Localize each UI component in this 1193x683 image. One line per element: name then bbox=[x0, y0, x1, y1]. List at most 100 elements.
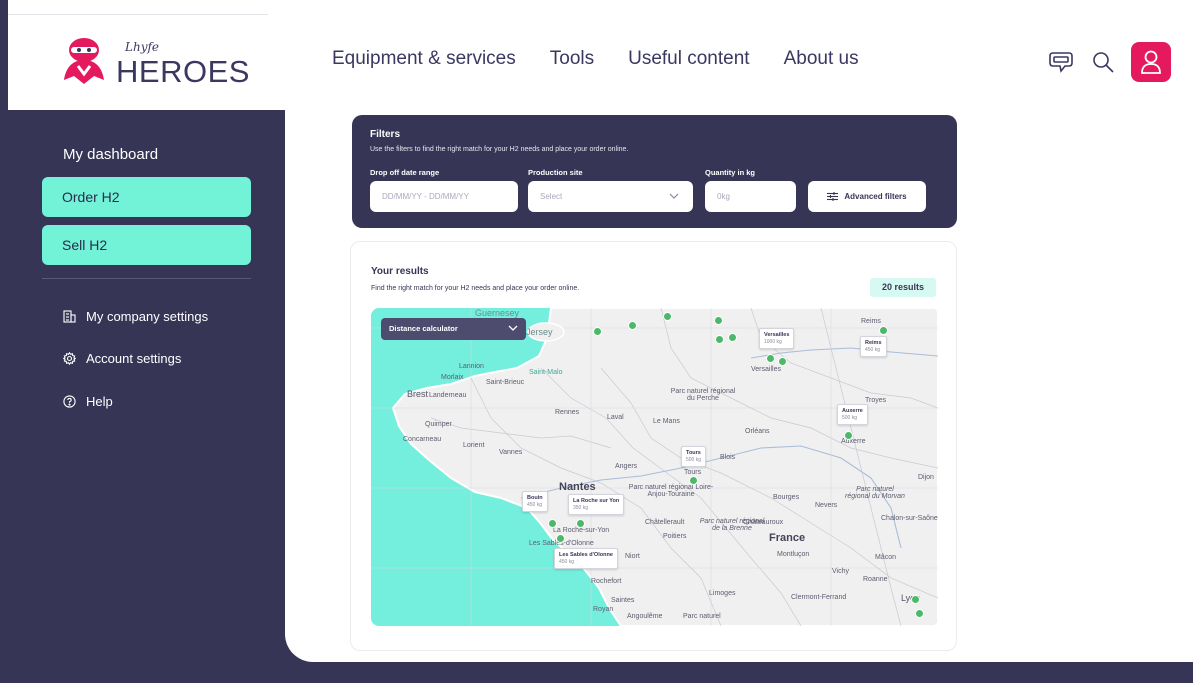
map-town-label: Vannes bbox=[499, 449, 523, 456]
sidebar-item-help[interactable]: Help bbox=[63, 394, 113, 409]
results-subtitle: Find the right match for your H2 needs a… bbox=[371, 285, 580, 292]
logo-wordmark: HEROES bbox=[116, 54, 250, 89]
map-town-label: La Roche-sur-Yon bbox=[553, 527, 610, 534]
map-town-label: Rennes bbox=[555, 409, 580, 416]
footer-strip bbox=[8, 662, 1193, 683]
order-h2-button[interactable]: Order H2 bbox=[42, 177, 251, 217]
map-island-label: Guernesey bbox=[475, 308, 520, 318]
site-name: Reims bbox=[865, 340, 882, 346]
advanced-filters-button[interactable]: Advanced filters bbox=[808, 181, 926, 212]
site-card-la-roche-sur-yon[interactable]: La Roche sur Yon 350 kg bbox=[568, 494, 625, 515]
map-region-label: Parc naturel régional du Perche bbox=[670, 388, 736, 402]
map-town-label: Châtellerault bbox=[645, 519, 685, 526]
sidebar-title: My dashboard bbox=[63, 146, 159, 163]
map-town-label: Concarneau bbox=[403, 436, 442, 443]
user-icon bbox=[1141, 50, 1161, 74]
site-marker[interactable] bbox=[593, 327, 602, 336]
production-site-select[interactable]: Select bbox=[528, 181, 693, 212]
site-marker[interactable] bbox=[778, 357, 787, 366]
map-town-label: Brest bbox=[407, 389, 429, 399]
map-town-label: Nevers bbox=[815, 502, 838, 509]
site-card-les-sables-d-olonne[interactable]: Les Sables d'Olonne 450 kg bbox=[554, 548, 618, 569]
site-marker[interactable] bbox=[628, 321, 637, 330]
map-town-label: Nantes bbox=[559, 481, 596, 493]
site-name: La Roche sur Yon bbox=[573, 498, 620, 504]
site-card-reims[interactable]: Reims 450 kg bbox=[860, 336, 887, 357]
distance-calculator-label: Distance calculator bbox=[389, 324, 458, 333]
site-marker[interactable] bbox=[915, 609, 924, 618]
nav-useful-content[interactable]: Useful content bbox=[628, 48, 749, 70]
results-panel: Your results Find the right match for yo… bbox=[350, 241, 957, 651]
sidebar-item-account-settings[interactable]: Account settings bbox=[63, 351, 181, 366]
site-card-auxerre[interactable]: Auxerre 500 kg bbox=[837, 404, 868, 425]
sell-h2-button[interactable]: Sell H2 bbox=[42, 225, 251, 265]
map-land-background bbox=[371, 308, 938, 626]
site-marker[interactable] bbox=[844, 431, 853, 440]
site-marker[interactable] bbox=[714, 316, 723, 325]
map-region-label: Parc naturel régional de la Brenne bbox=[699, 518, 765, 532]
top-header: Lhyfe HEROES Equipment & services Tools … bbox=[8, 0, 1193, 110]
advanced-filters-label: Advanced filters bbox=[844, 192, 907, 201]
map-town-label: Tours bbox=[684, 469, 702, 476]
date-range-input[interactable]: DD/MM/YY - DD/MM/YY bbox=[370, 181, 518, 212]
filters-panel: Filters Use the filters to find the righ… bbox=[352, 115, 957, 228]
map-town-label: Poitiers bbox=[663, 533, 687, 540]
map-town-label: Limoges bbox=[709, 590, 736, 597]
sidebar-item-company-settings[interactable]: My company settings bbox=[63, 309, 208, 324]
chevron-down-icon bbox=[669, 193, 679, 199]
site-card-tours[interactable]: Tours 500 kg bbox=[681, 446, 707, 467]
main-nav: Equipment & services Tools Useful conten… bbox=[332, 48, 859, 70]
header-actions bbox=[1047, 42, 1171, 82]
site-marker[interactable] bbox=[663, 312, 672, 321]
map-town-label: Angoulême bbox=[627, 613, 663, 620]
map-island-label: Jersey bbox=[526, 327, 553, 337]
map-town-label: Saint-Malo bbox=[529, 369, 563, 376]
main-content: Filters Use the filters to find the righ… bbox=[285, 110, 1193, 662]
production-site-label: Production site bbox=[528, 168, 583, 177]
user-account-button[interactable] bbox=[1131, 42, 1171, 82]
map-town-label: Saintes bbox=[611, 597, 635, 604]
sliders-icon bbox=[827, 192, 839, 201]
site-marker[interactable] bbox=[715, 335, 724, 344]
map-town-label: Mâcon bbox=[875, 554, 897, 561]
header-divider bbox=[8, 14, 268, 15]
search-icon[interactable] bbox=[1089, 48, 1117, 76]
map-town-label: Morlaix bbox=[441, 374, 464, 381]
chat-bubbles-icon[interactable] bbox=[1047, 48, 1075, 76]
site-marker[interactable] bbox=[728, 333, 737, 342]
map-region-label: Parc naturel bbox=[683, 613, 721, 620]
site-quantity: 1000 kg bbox=[764, 339, 782, 345]
gear-icon bbox=[63, 352, 76, 365]
map-country-label: France bbox=[769, 532, 806, 544]
chevron-down-icon bbox=[508, 325, 518, 331]
map-town-label: Le Mans bbox=[653, 418, 680, 425]
site-marker[interactable] bbox=[689, 476, 698, 485]
site-name: Les Sables d'Olonne bbox=[559, 552, 613, 558]
map-town-label: Laval bbox=[607, 414, 624, 421]
map-town-label: Niort bbox=[625, 553, 640, 560]
hero-mascot-icon bbox=[64, 38, 104, 84]
quantity-input[interactable]: 0kg bbox=[705, 181, 796, 212]
site-marker[interactable] bbox=[766, 354, 775, 363]
filters-subtitle: Use the filters to find the right match … bbox=[370, 146, 629, 153]
map-town-label: Chalon-sur-Saône bbox=[881, 515, 938, 522]
distance-calculator-dropdown[interactable]: Distance calculator bbox=[381, 318, 526, 340]
site-marker[interactable] bbox=[556, 534, 565, 543]
map-town-label: Orléans bbox=[745, 428, 770, 435]
map-town-label: Clermont-Ferrand bbox=[791, 594, 847, 601]
map-town-label: Quimper bbox=[425, 421, 452, 428]
site-card-bouin[interactable]: Bouin 450 kg bbox=[522, 491, 548, 512]
map-town-label: Troyes bbox=[865, 397, 887, 404]
map-town-label: Montluçon bbox=[777, 551, 810, 558]
nav-equipment-services[interactable]: Equipment & services bbox=[332, 48, 516, 70]
nav-about-us[interactable]: About us bbox=[784, 48, 859, 70]
map-region-label: Parc naturel régional Loire-Anjou-Tourai… bbox=[628, 484, 714, 498]
site-marker[interactable] bbox=[911, 595, 920, 604]
site-marker[interactable] bbox=[576, 519, 585, 528]
nav-tools[interactable]: Tools bbox=[550, 48, 594, 70]
site-card-versailles[interactable]: Versailles 1000 kg bbox=[759, 328, 795, 349]
site-marker[interactable] bbox=[548, 519, 557, 528]
lhyfe-heroes-logo[interactable]: Lhyfe HEROES bbox=[60, 36, 260, 92]
site-marker[interactable] bbox=[879, 326, 888, 335]
results-map[interactable]: Distance calculator Guernesey Jersey Lan… bbox=[371, 308, 938, 626]
